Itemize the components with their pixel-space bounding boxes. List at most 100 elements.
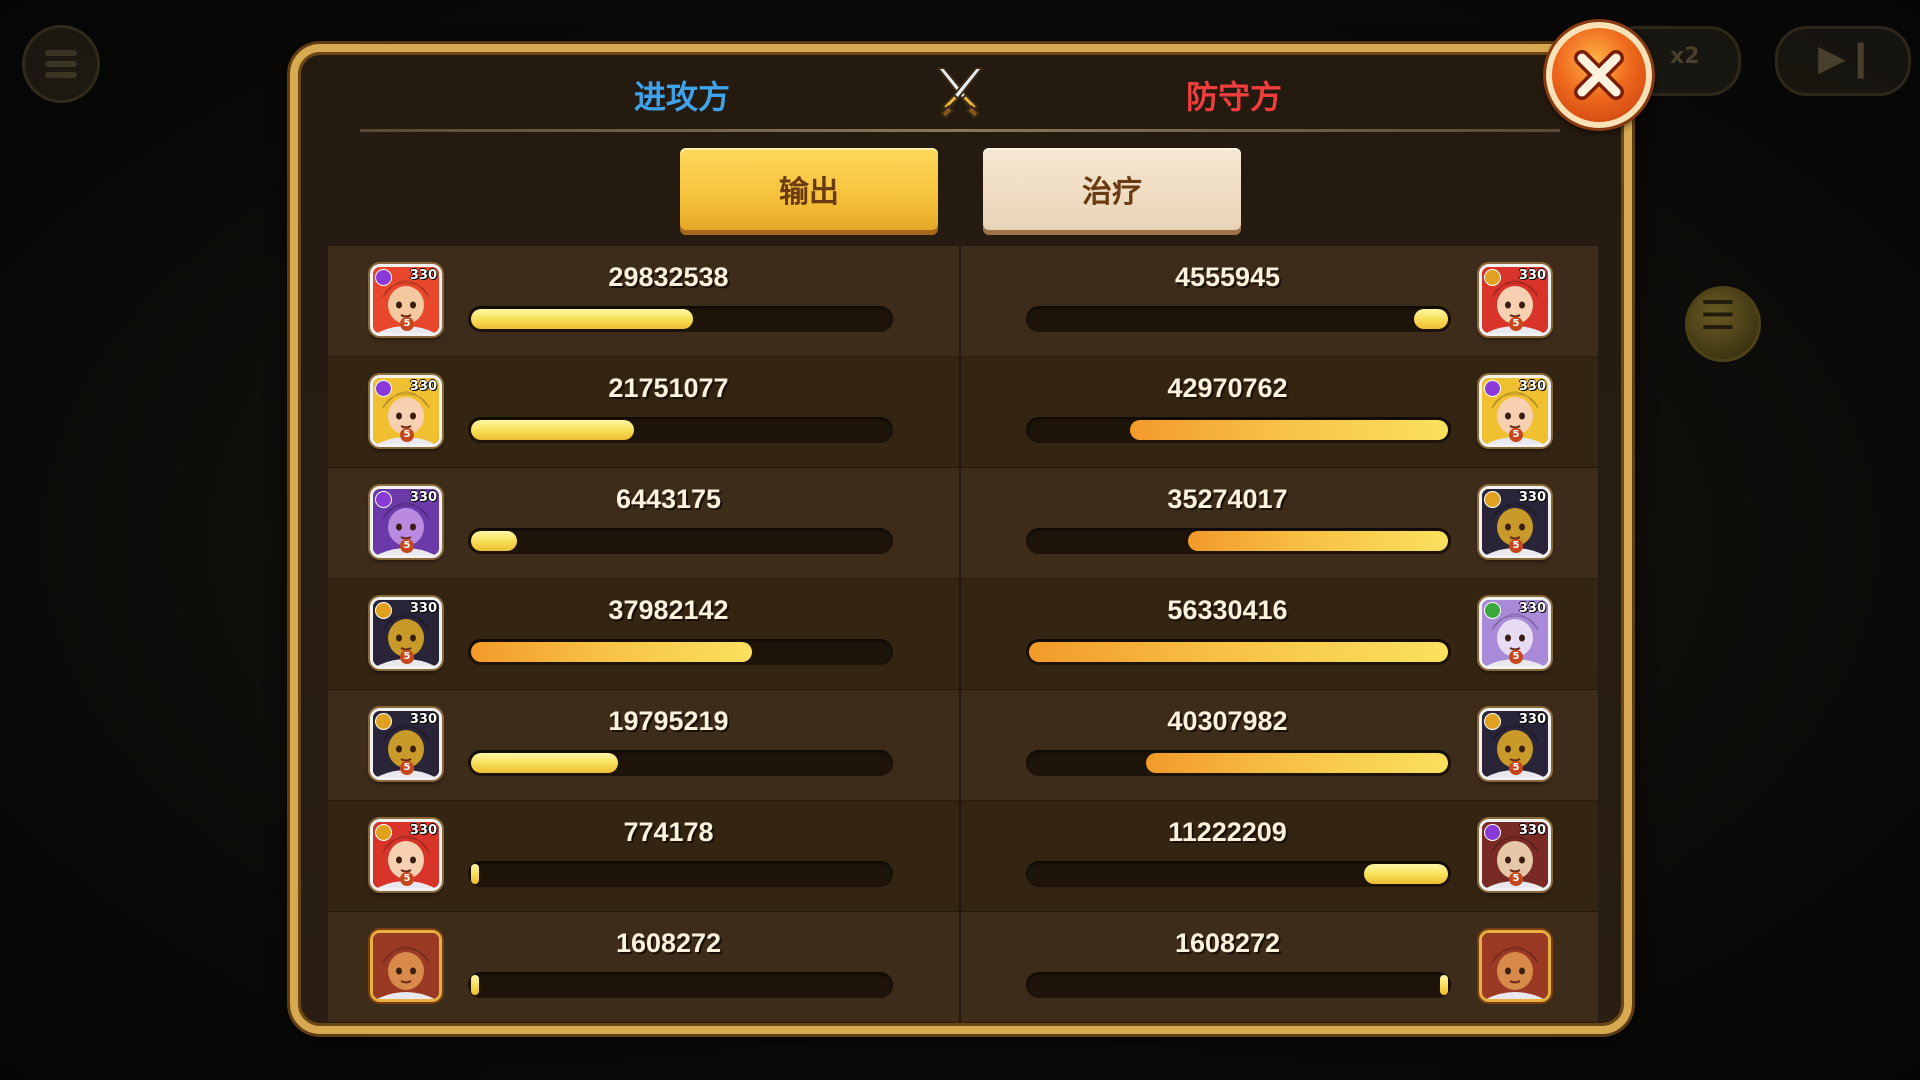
tab-heal[interactable]: 治疗 bbox=[983, 148, 1241, 230]
element-badge-icon bbox=[1484, 491, 1501, 508]
damage-bar-fill bbox=[1364, 864, 1448, 884]
attacker-hero-portrait[interactable]: 330 5 bbox=[370, 486, 442, 558]
hero-star-rank: 5 bbox=[400, 539, 414, 553]
element-badge-icon bbox=[375, 602, 392, 619]
attacker-hero-portrait[interactable]: 330 5 bbox=[370, 708, 442, 780]
stats-row: 330 5 21751077 42970762 330 5 bbox=[328, 357, 1598, 468]
defender-hero-portrait[interactable]: 330 5 bbox=[1479, 597, 1551, 669]
defender-damage-bar bbox=[1026, 306, 1451, 332]
element-badge-icon bbox=[375, 824, 392, 841]
damage-bar-fill bbox=[1029, 642, 1448, 662]
damage-bar-fill bbox=[1414, 309, 1448, 329]
hero-level: 330 bbox=[1518, 268, 1546, 283]
attacker-damage-bar bbox=[468, 861, 893, 887]
row-divider bbox=[959, 912, 961, 1022]
hero-level: 330 bbox=[1518, 379, 1546, 394]
stats-row: 330 5 29832538 4555945 330 5 bbox=[328, 246, 1598, 357]
attacker-hero-portrait[interactable]: 330 5 bbox=[370, 597, 442, 669]
attacker-damage-value: 21751077 bbox=[608, 373, 729, 403]
hero-star-rank: 5 bbox=[1509, 872, 1523, 886]
hero-star-rank: 5 bbox=[400, 428, 414, 442]
damage-bar-fill bbox=[1440, 975, 1448, 995]
element-badge-icon bbox=[1484, 269, 1501, 286]
attacker-damage-bar bbox=[468, 972, 893, 998]
attacker-hero-portrait[interactable]: 330 5 bbox=[370, 375, 442, 447]
defender-hero-portrait[interactable]: 330 5 bbox=[1479, 486, 1551, 558]
attacker-hero-portrait[interactable]: 330 5 bbox=[370, 264, 442, 336]
list-icon: ☰ bbox=[1700, 293, 1736, 339]
hero-level: 330 bbox=[1518, 712, 1546, 727]
hero-level: 330 bbox=[1518, 490, 1546, 505]
hero-star-rank: 5 bbox=[400, 317, 414, 331]
damage-bar-fill bbox=[471, 753, 618, 773]
element-badge-icon bbox=[375, 269, 392, 286]
tab-output[interactable]: 输出 bbox=[680, 148, 938, 230]
damage-bar-fill bbox=[471, 309, 693, 329]
damage-bar-fill bbox=[471, 642, 752, 662]
row-divider bbox=[959, 801, 961, 911]
defender-damage-value: 40307982 bbox=[1167, 706, 1288, 736]
row-divider bbox=[959, 468, 961, 578]
attacker-damage-bar bbox=[468, 417, 893, 443]
hero-star-rank: 5 bbox=[400, 872, 414, 886]
hero-portrait-image bbox=[1482, 933, 1548, 999]
defender-label: 防守方 bbox=[1186, 78, 1283, 116]
defender-damage-bar bbox=[1026, 972, 1451, 998]
element-badge-icon bbox=[375, 491, 392, 508]
menu-icon[interactable] bbox=[22, 25, 100, 103]
defender-damage-bar bbox=[1026, 417, 1451, 443]
damage-bar-fill bbox=[1188, 531, 1448, 551]
attacker-damage-bar bbox=[468, 639, 893, 665]
play-pause-icon: ▶❙ bbox=[1818, 38, 1876, 79]
attacker-hero-portrait[interactable] bbox=[370, 930, 442, 1002]
crossed-swords-icon bbox=[937, 67, 983, 119]
defender-hero-portrait[interactable] bbox=[1479, 930, 1551, 1002]
defender-damage-value: 4555945 bbox=[1174, 262, 1281, 292]
damage-bar-fill bbox=[1130, 420, 1448, 440]
stats-list: 330 5 29832538 4555945 330 5 330 5 21751077 42970… bbox=[328, 246, 1598, 1023]
damage-bar-fill bbox=[471, 975, 479, 995]
attacker-damage-value: 29832538 bbox=[608, 262, 729, 292]
attacker-damage-bar bbox=[468, 750, 893, 776]
element-badge-icon bbox=[1484, 713, 1501, 730]
attacker-damage-value: 774178 bbox=[623, 817, 714, 847]
damage-bar-fill bbox=[471, 864, 479, 884]
stats-row: 330 5 774178 11222209 330 5 bbox=[328, 801, 1598, 912]
damage-bar-fill bbox=[471, 531, 517, 551]
defender-damage-value: 35274017 bbox=[1167, 484, 1288, 514]
hero-level: 330 bbox=[409, 268, 437, 283]
hero-level: 330 bbox=[409, 712, 437, 727]
row-divider bbox=[959, 690, 961, 800]
defender-damage-value: 11222209 bbox=[1168, 817, 1287, 847]
defender-hero-portrait[interactable]: 330 5 bbox=[1479, 708, 1551, 780]
hero-star-rank: 5 bbox=[1509, 650, 1523, 664]
row-divider bbox=[959, 246, 961, 356]
element-badge-icon bbox=[375, 713, 392, 730]
defender-damage-bar bbox=[1026, 528, 1451, 554]
defender-hero-portrait[interactable]: 330 5 bbox=[1479, 375, 1551, 447]
stats-row: 1608272 1608272 bbox=[328, 912, 1598, 1023]
close-button[interactable] bbox=[1546, 22, 1652, 128]
hero-level: 330 bbox=[1518, 823, 1546, 838]
row-divider bbox=[959, 579, 961, 689]
attacker-hero-portrait[interactable]: 330 5 bbox=[370, 819, 442, 891]
stats-row: 330 5 6443175 35274017 330 5 bbox=[328, 468, 1598, 579]
stats-row: 330 5 37982142 56330416 330 5 bbox=[328, 579, 1598, 690]
hero-star-rank: 5 bbox=[400, 650, 414, 664]
attacker-damage-bar bbox=[468, 306, 893, 332]
defender-hero-portrait[interactable]: 330 5 bbox=[1479, 819, 1551, 891]
hero-level: 330 bbox=[409, 823, 437, 838]
hero-star-rank: 5 bbox=[1509, 539, 1523, 553]
hero-star-rank: 5 bbox=[1509, 428, 1523, 442]
attacker-damage-value: 1608272 bbox=[615, 928, 722, 958]
attacker-damage-value: 6443175 bbox=[615, 484, 722, 514]
defender-hero-portrait[interactable]: 330 5 bbox=[1479, 264, 1551, 336]
attacker-damage-value: 37982142 bbox=[608, 595, 729, 625]
hero-level: 330 bbox=[409, 490, 437, 505]
attacker-damage-bar bbox=[468, 528, 893, 554]
hero-level: 330 bbox=[409, 379, 437, 394]
defender-damage-value: 42970762 bbox=[1167, 373, 1288, 403]
defender-damage-bar bbox=[1026, 750, 1451, 776]
damage-bar-fill bbox=[471, 420, 634, 440]
hero-star-rank: 5 bbox=[1509, 317, 1523, 331]
